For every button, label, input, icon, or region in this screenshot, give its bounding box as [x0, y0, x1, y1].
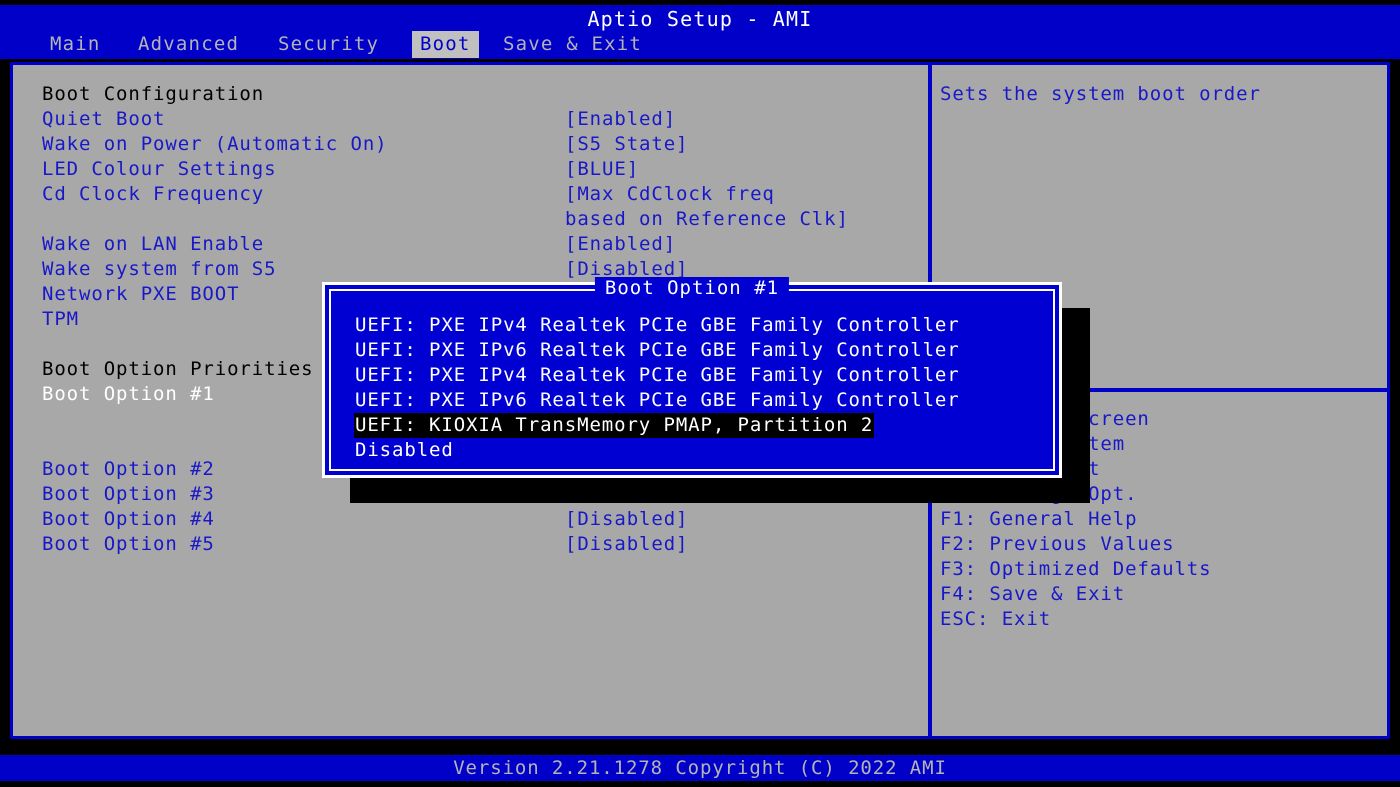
- key-help-row: F3: Optimized Defaults: [940, 558, 1212, 580]
- setting-label: Boot Option #5: [42, 533, 215, 555]
- setting-label: Wake on LAN Enable: [42, 233, 265, 255]
- setting-label: Cd Clock Frequency: [42, 183, 265, 205]
- setting-label: Quiet Boot: [42, 108, 166, 130]
- settings-row[interactable]: LED Colour Settings [BLUE]: [42, 157, 912, 182]
- popup-inner-border: Boot Option #1 UEFI: PXE IPv4 Realtek PC…: [329, 277, 1055, 471]
- setting-value[interactable]: [Enabled]: [565, 107, 676, 132]
- popup-option-row[interactable]: UEFI: PXE IPv6 Realtek PCIe GBE Family C…: [354, 338, 1034, 363]
- settings-row[interactable]: Quiet Boot [Enabled]: [42, 107, 912, 132]
- settings-row[interactable]: based on Reference Clk]: [42, 207, 912, 232]
- setting-value[interactable]: [BLUE]: [565, 157, 639, 182]
- settings-row[interactable]: Boot Option #5 [Disabled]: [42, 532, 912, 557]
- help-description: Sets the system boot order: [940, 83, 1261, 105]
- settings-row[interactable]: Cd Clock Frequency [Max CdClock freq: [42, 182, 912, 207]
- popup-option-row[interactable]: UEFI: PXE IPv4 Realtek PCIe GBE Family C…: [354, 313, 1034, 338]
- settings-row[interactable]: Wake on Power (Automatic On) [S5 State]: [42, 132, 912, 157]
- setting-label: Boot Configuration: [42, 83, 265, 105]
- setting-label: Boot Option #3: [42, 483, 215, 505]
- setting-label: LED Colour Settings: [42, 158, 277, 180]
- footer-version: Version 2.21.1278 Copyright (C) 2022 AMI: [453, 757, 947, 779]
- tab-security[interactable]: Security: [270, 31, 387, 58]
- tab-advanced[interactable]: Advanced: [130, 31, 247, 58]
- setting-value[interactable]: [S5 State]: [565, 132, 688, 157]
- popup-option-row[interactable]: Disabled: [354, 438, 1034, 463]
- setting-value[interactable]: [Disabled]: [565, 532, 688, 557]
- key-help-row: F4: Save & Exit: [940, 583, 1126, 605]
- popup-option-row[interactable]: UEFI: KIOXIA TransMemory PMAP, Partition…: [354, 413, 1034, 438]
- popup-title: Boot Option #1: [594, 277, 790, 299]
- boot-option-popup[interactable]: Boot Option #1 UEFI: PXE IPv4 Realtek PC…: [322, 277, 1062, 478]
- setting-value[interactable]: [Disabled]: [565, 507, 688, 532]
- setting-label: Boot Option #2: [42, 458, 215, 480]
- setting-label: Boot Option #4: [42, 508, 215, 530]
- setting-value[interactable]: [Max CdClock freq: [565, 182, 775, 207]
- tab-main[interactable]: Main: [42, 31, 109, 58]
- key-help-row: F2: Previous Values: [940, 533, 1175, 555]
- page-title: Aptio Setup - AMI: [587, 7, 813, 31]
- popup-option[interactable]: UEFI: PXE IPv6 Realtek PCIe GBE Family C…: [354, 388, 961, 413]
- setting-label: TPM: [42, 308, 80, 330]
- popup-option[interactable]: UEFI: PXE IPv6 Realtek PCIe GBE Family C…: [354, 338, 961, 363]
- setting-value[interactable]: based on Reference Clk]: [565, 207, 849, 232]
- setting-label: Wake on Power (Automatic On): [42, 133, 388, 155]
- popup-option-row[interactable]: UEFI: PXE IPv4 Realtek PCIe GBE Family C…: [354, 363, 1034, 388]
- popup-option[interactable]: UEFI: PXE IPv4 Realtek PCIe GBE Family C…: [354, 363, 961, 388]
- key-help-row: ESC: Exit: [940, 608, 1052, 630]
- menu-bar: Main Advanced Security Boot Save & Exit: [0, 31, 1400, 58]
- setting-label: Boot Option #1: [42, 383, 215, 405]
- setting-label: Wake system from S5: [42, 258, 277, 280]
- settings-row: Boot Configuration: [42, 82, 912, 107]
- popup-option[interactable]: UEFI: PXE IPv4 Realtek PCIe GBE Family C…: [354, 313, 961, 338]
- bios-setup-screen: Aptio Setup - AMI Main Advanced Security Bo…: [0, 0, 1400, 787]
- tab-boot[interactable]: Boot: [412, 31, 479, 58]
- tab-save-exit[interactable]: Save & Exit: [495, 31, 650, 58]
- popup-option-row[interactable]: UEFI: PXE IPv6 Realtek PCIe GBE Family C…: [354, 388, 1034, 413]
- setting-value[interactable]: [Enabled]: [565, 232, 676, 257]
- popup-option[interactable]: Disabled: [354, 438, 455, 463]
- setting-label: Network PXE BOOT: [42, 283, 240, 305]
- settings-row[interactable]: Wake on LAN Enable [Enabled]: [42, 232, 912, 257]
- key-help-row: F1: General Help: [940, 508, 1138, 530]
- popup-option-selected[interactable]: UEFI: KIOXIA TransMemory PMAP, Partition…: [354, 413, 875, 438]
- settings-row[interactable]: Boot Option #4 [Disabled]: [42, 507, 912, 532]
- popup-option-list: UEFI: PXE IPv4 Realtek PCIe GBE Family C…: [354, 313, 1034, 463]
- setting-label: Boot Option Priorities: [42, 358, 314, 380]
